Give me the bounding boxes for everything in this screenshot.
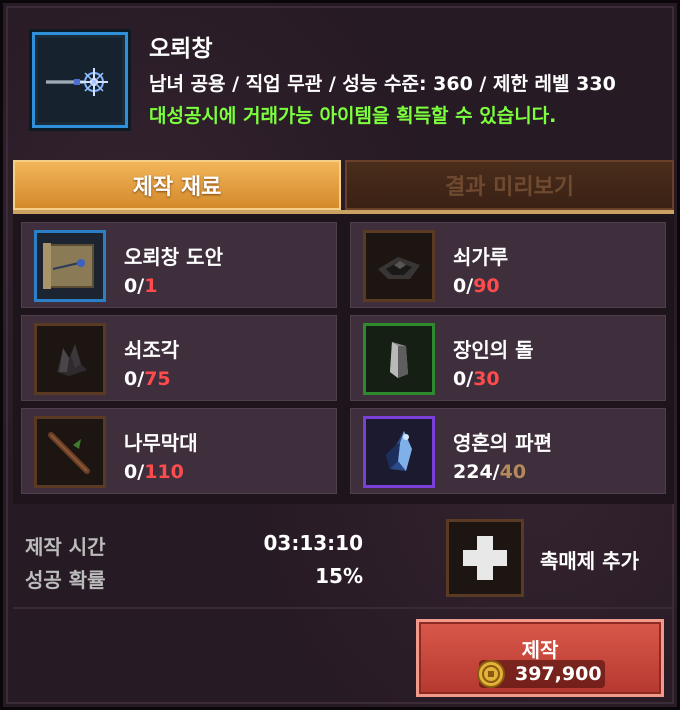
material-slot[interactable] (34, 230, 106, 302)
material-name: 쇠가루 (453, 245, 509, 269)
material-slot[interactable] (34, 323, 106, 395)
material-name: 오뢰창 도안 (124, 245, 223, 269)
material-card[interactable]: 나무막대 0/110 (21, 408, 337, 494)
material-card[interactable]: 쇠조각 0/75 (21, 315, 337, 401)
material-slot[interactable] (363, 323, 435, 395)
material-card[interactable]: 장인의 돌 0/30 (350, 315, 666, 401)
artisan-stone-icon (390, 342, 408, 378)
material-card[interactable]: 쇠가루 0/90 (350, 222, 666, 308)
craft-time-value: 03:13:10 (263, 531, 364, 555)
material-count: 0/90 (453, 275, 500, 297)
material-slot[interactable] (34, 416, 106, 488)
material-card[interactable]: 영혼의 파편 224/40 (350, 408, 666, 494)
craft-cost: 397,900 (477, 660, 605, 688)
success-rate-value: 15% (315, 564, 363, 588)
material-card[interactable]: 오뢰창 도안 0/1 (21, 222, 337, 308)
material-count: 0/75 (124, 368, 171, 390)
item-name: 오뢰창 (149, 36, 213, 62)
blueprint-scroll-icon (43, 243, 94, 289)
catalyst-add-button[interactable] (446, 519, 524, 597)
success-rate-label: 성공 확률 (25, 568, 106, 592)
material-count: 0/1 (124, 275, 158, 297)
material-name: 쇠조각 (124, 338, 180, 362)
material-count: 0/30 (453, 368, 500, 390)
material-slot[interactable] (363, 230, 435, 302)
catalyst-label: 촉매제 추가 (540, 549, 639, 573)
tab-result-preview[interactable]: 결과 미리보기 (345, 160, 674, 210)
wooden-stick-icon (48, 432, 90, 474)
tab-materials[interactable]: 제작 재료 (13, 160, 341, 210)
material-name: 장인의 돌 (453, 338, 534, 362)
material-count: 0/110 (124, 461, 184, 483)
bottom-divider (13, 607, 674, 609)
crafting-window: 오뢰창 남녀 공용 / 직업 무관 / 성능 수준: 360 / 제한 레벨 3… (0, 0, 680, 710)
material-slot[interactable] (363, 416, 435, 488)
materials-panel: 오뢰창 도안 0/1 쇠가루 0/90 쇠조각 0/75 장인의 돌 0/30 … (13, 214, 674, 504)
craft-button-label: 제작 (521, 638, 559, 662)
craft-time-label: 제작 시간 (25, 535, 106, 559)
gold-coin-icon (477, 660, 505, 688)
material-name: 영혼의 파편 (453, 431, 552, 455)
item-info: 남녀 공용 / 직업 무관 / 성능 수준: 360 / 제한 레벨 330 (149, 73, 616, 95)
soul-shard-icon (386, 431, 412, 471)
item-trade-note: 대성공시에 거래가능 아이템을 획득할 수 있습니다. (149, 105, 557, 127)
craft-cost-value: 397,900 (515, 663, 602, 685)
item-icon-slot[interactable] (29, 29, 131, 131)
craft-button[interactable]: 제작 397,900 (416, 619, 664, 697)
plus-icon (463, 536, 507, 580)
material-name: 나무막대 (124, 431, 198, 455)
iron-powder-icon (378, 257, 420, 279)
spear-icon (38, 38, 122, 122)
material-count: 224/40 (453, 461, 527, 483)
iron-fragment-icon (57, 344, 87, 376)
